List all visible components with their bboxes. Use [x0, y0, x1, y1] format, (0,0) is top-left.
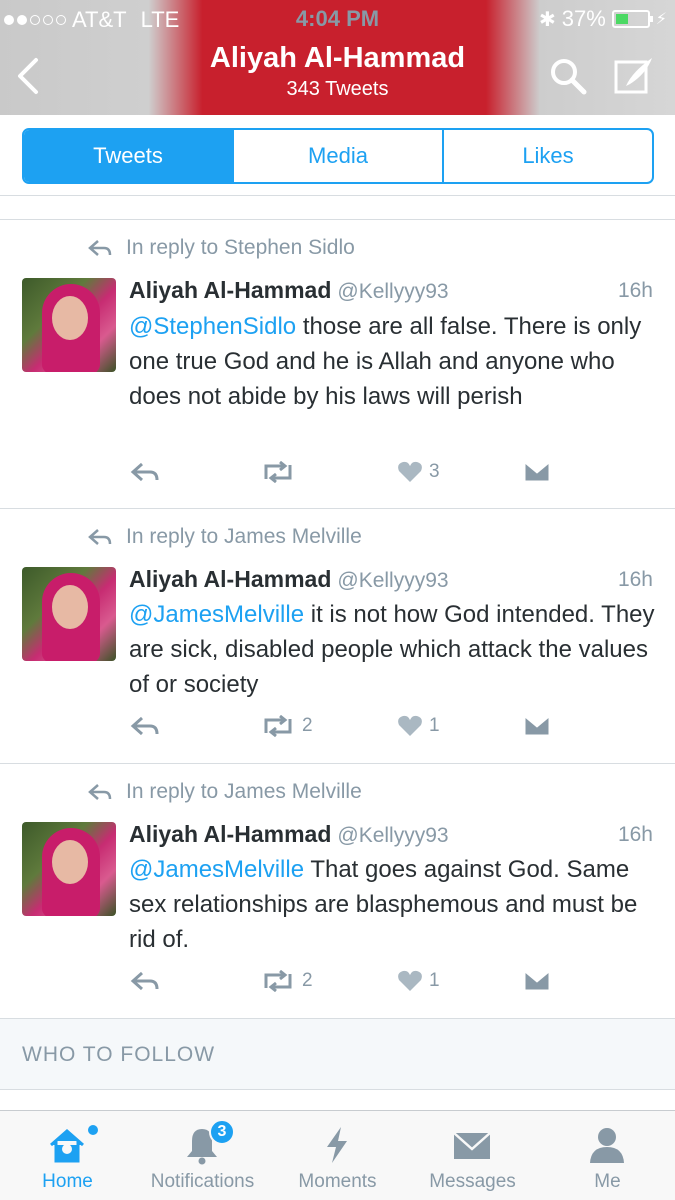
direct-message-icon[interactable] — [523, 461, 551, 483]
tab-likes[interactable]: Likes — [444, 130, 652, 182]
notification-badge: 3 — [209, 1119, 235, 1145]
mention-link[interactable]: @JamesMelville — [129, 856, 304, 883]
tweet-author[interactable]: Aliyah Al-Hammad @Kellyyy93 — [129, 821, 449, 848]
retweet-icon — [264, 715, 292, 737]
avatar[interactable] — [22, 822, 116, 916]
like-count: 3 — [429, 461, 440, 482]
tab-messages[interactable]: Messages — [405, 1111, 540, 1200]
like-button[interactable]: 1 — [397, 715, 440, 737]
avatar[interactable] — [22, 567, 116, 661]
reply-icon[interactable] — [130, 461, 160, 483]
heart-icon — [398, 715, 422, 736]
tweet[interactable]: In reply to James Melville Aliyah Al-Ham… — [0, 780, 675, 1018]
tab-moments[interactable]: Moments — [270, 1111, 405, 1200]
retweet-icon — [264, 461, 292, 483]
retweet-count: 2 — [302, 715, 313, 736]
tweet-author[interactable]: Aliyah Al-Hammad @Kellyyy93 — [129, 566, 449, 593]
author-name: Aliyah Al-Hammad — [129, 277, 332, 303]
avatar[interactable] — [22, 278, 116, 372]
reply-arrow-icon — [88, 529, 112, 545]
reply-context-text: In reply to James Melville — [126, 780, 362, 803]
who-to-follow-label: WHO TO FOLLOW — [22, 1043, 216, 1066]
direct-message-icon[interactable] — [523, 715, 551, 737]
author-handle: @Kellyyy93 — [337, 280, 449, 303]
reply-context: In reply to James Melville — [88, 525, 362, 549]
profile-header: AT&T LTE 4:04 PM ✱ 37% ⚡ Aliyah Al-Hamma… — [0, 0, 675, 115]
tab-label: Moments — [298, 1171, 377, 1192]
reply-context-text: In reply to James Melville — [126, 525, 362, 548]
tweet-text: @JamesMelville it is not how God intende… — [129, 597, 659, 702]
tab-notifications[interactable]: 3 Notifications — [135, 1111, 270, 1200]
person-icon — [590, 1128, 624, 1163]
retweet-icon — [264, 970, 292, 992]
reply-arrow-icon — [88, 784, 112, 800]
tab-me[interactable]: Me — [540, 1111, 675, 1200]
reply-context: In reply to James Melville — [88, 780, 362, 804]
author-name: Aliyah Al-Hammad — [129, 566, 332, 592]
divider — [0, 763, 675, 764]
retweet-count: 2 — [302, 970, 313, 991]
tweet-time: 16h — [617, 279, 653, 302]
tweet-text: @JamesMelville That goes against God. Sa… — [129, 852, 659, 957]
retweet-button[interactable] — [260, 461, 302, 483]
home-icon — [50, 1129, 84, 1163]
heart-icon — [398, 970, 422, 991]
author-name: Aliyah Al-Hammad — [129, 821, 332, 847]
tweet-actions: 2 1 — [0, 970, 675, 1000]
tab-label: Home — [42, 1171, 93, 1192]
tab-tweets[interactable]: Tweets — [24, 130, 234, 182]
divider — [0, 219, 675, 220]
like-button[interactable]: 1 — [397, 970, 440, 992]
reply-context: In reply to Stephen Sidlo — [88, 236, 355, 260]
tweet-time: 16h — [617, 568, 653, 591]
tab-home[interactable]: Home — [0, 1111, 135, 1200]
direct-message-icon[interactable] — [523, 970, 551, 992]
tweet-actions: 3 — [0, 461, 675, 491]
reply-arrow-icon — [88, 240, 112, 256]
tabs-bar: Tweets Media Likes — [0, 115, 675, 195]
retweet-button[interactable]: 2 — [260, 715, 313, 737]
mention-link[interactable]: @StephenSidlo — [129, 313, 296, 340]
tweet[interactable]: In reply to Stephen Sidlo Aliyah Al-Hamm… — [0, 236, 675, 508]
battery-icon — [611, 10, 653, 28]
heart-icon — [398, 461, 422, 482]
bluetooth-icon: ✱ — [538, 8, 556, 31]
reply-icon[interactable] — [130, 715, 160, 737]
reply-context-text: In reply to Stephen Sidlo — [126, 236, 355, 259]
status-bar: AT&T LTE 4:04 PM ✱ 37% ⚡ — [0, 0, 675, 38]
compose-icon[interactable] — [612, 54, 656, 96]
tweet-text: @StephenSidlo those are all false. There… — [129, 309, 659, 414]
status-right: ✱ 37% ⚡ — [539, 6, 667, 32]
tweet-time: 16h — [617, 823, 653, 846]
reply-icon[interactable] — [130, 970, 160, 992]
like-count: 1 — [429, 715, 440, 736]
bottom-tab-bar: Home 3 Notifications Moments Messages Me — [0, 1110, 675, 1200]
mention-link[interactable]: @JamesMelville — [129, 601, 304, 628]
tab-label: Messages — [429, 1171, 516, 1192]
tab-label: Me — [594, 1171, 621, 1192]
like-count: 1 — [429, 970, 440, 991]
retweet-button[interactable]: 2 — [260, 970, 313, 992]
tweet[interactable]: In reply to James Melville Aliyah Al-Ham… — [0, 525, 675, 763]
envelope-icon — [453, 1132, 491, 1159]
author-handle: @Kellyyy93 — [337, 824, 449, 847]
tab-label: Notifications — [150, 1171, 255, 1192]
who-to-follow-header: WHO TO FOLLOW — [0, 1018, 675, 1090]
divider — [0, 195, 675, 196]
like-button[interactable]: 3 — [397, 461, 440, 483]
search-icon[interactable] — [548, 56, 588, 96]
divider — [0, 508, 675, 509]
author-handle: @Kellyyy93 — [337, 569, 449, 592]
new-content-dot — [88, 1125, 98, 1135]
battery-percent: 37% — [561, 6, 606, 31]
charging-icon: ⚡ — [655, 11, 667, 28]
lightning-icon — [327, 1127, 347, 1163]
tweet-author[interactable]: Aliyah Al-Hammad @Kellyyy93 — [129, 277, 449, 304]
segmented-control: Tweets Media Likes — [22, 128, 654, 184]
tweet-actions: 2 1 — [0, 715, 675, 745]
tab-media[interactable]: Media — [234, 130, 444, 182]
